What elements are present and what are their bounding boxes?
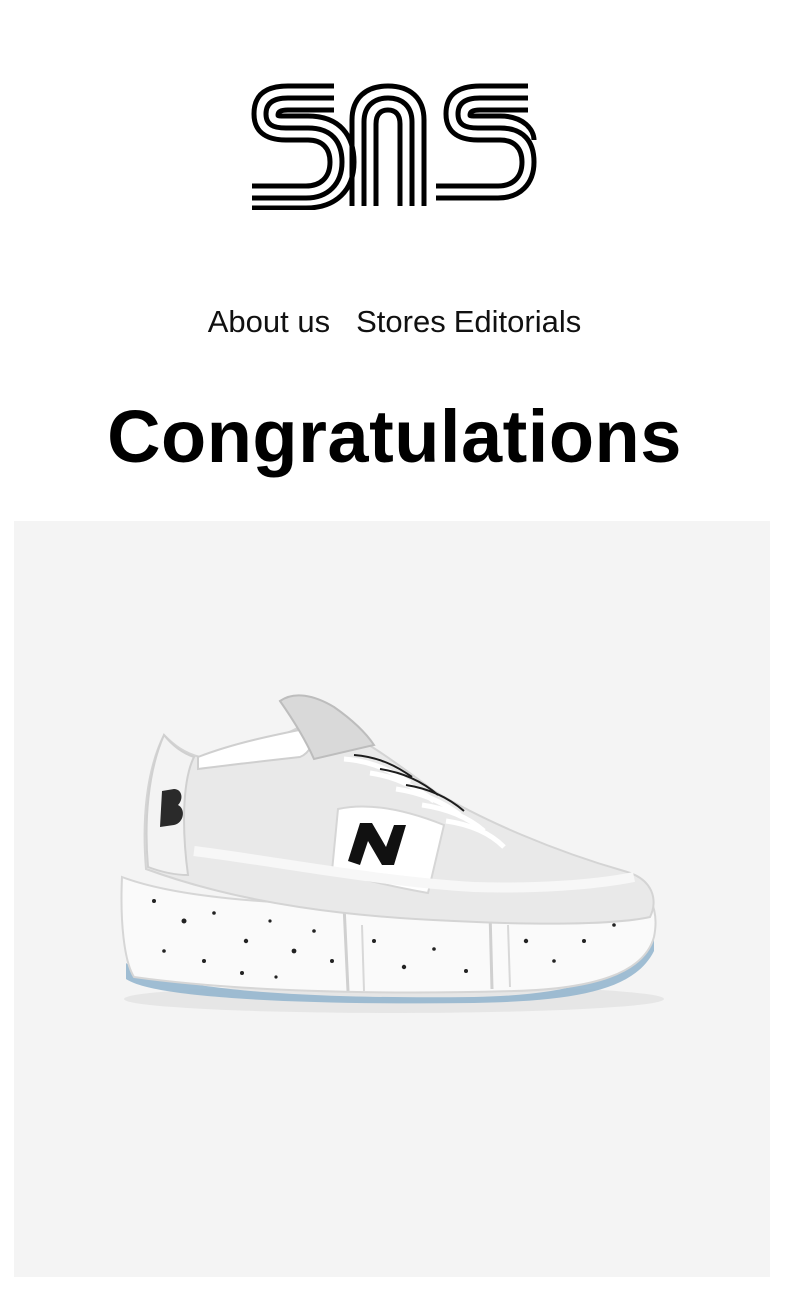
main-nav: About us Stores Editorials <box>0 300 789 344</box>
sns-logo-icon <box>251 83 537 210</box>
nav-item-editorials[interactable]: Editorials <box>454 300 582 344</box>
sneaker-image <box>120 694 664 1013</box>
page-title: Congratulations <box>107 395 682 478</box>
nav-item-stores[interactable]: Stores <box>356 300 446 344</box>
product-image-panel[interactable] <box>14 521 770 1277</box>
nav-item-about-us[interactable]: About us <box>208 300 330 344</box>
sns-logo[interactable] <box>248 80 538 210</box>
